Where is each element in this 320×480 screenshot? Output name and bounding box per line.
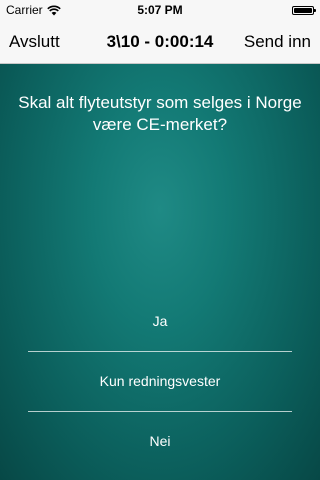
answer-option-kun-redningsvester[interactable]: Kun redningsvester [0, 352, 320, 411]
battery-fill [294, 7, 312, 13]
quiz-content: Skal alt flyteutstyr som selges i Norge … [0, 64, 320, 480]
battery-tip [314, 8, 316, 12]
status-time: 5:07 PM [137, 3, 183, 17]
answer-list: Ja Kun redningsvester Nei [0, 292, 320, 471]
answer-option-nei[interactable]: Nei [0, 412, 320, 471]
question-text: Skal alt flyteutstyr som selges i Norge … [18, 93, 302, 134]
submit-button[interactable]: Send inn [244, 20, 311, 64]
nav-bar: Avslutt 3\10 - 0:00:14 Send inn [0, 20, 320, 64]
battery-icon [292, 5, 316, 15]
status-right [292, 0, 316, 20]
answer-option-ja[interactable]: Ja [0, 292, 320, 351]
status-bar: Carrier 5:07 PM [0, 0, 320, 20]
